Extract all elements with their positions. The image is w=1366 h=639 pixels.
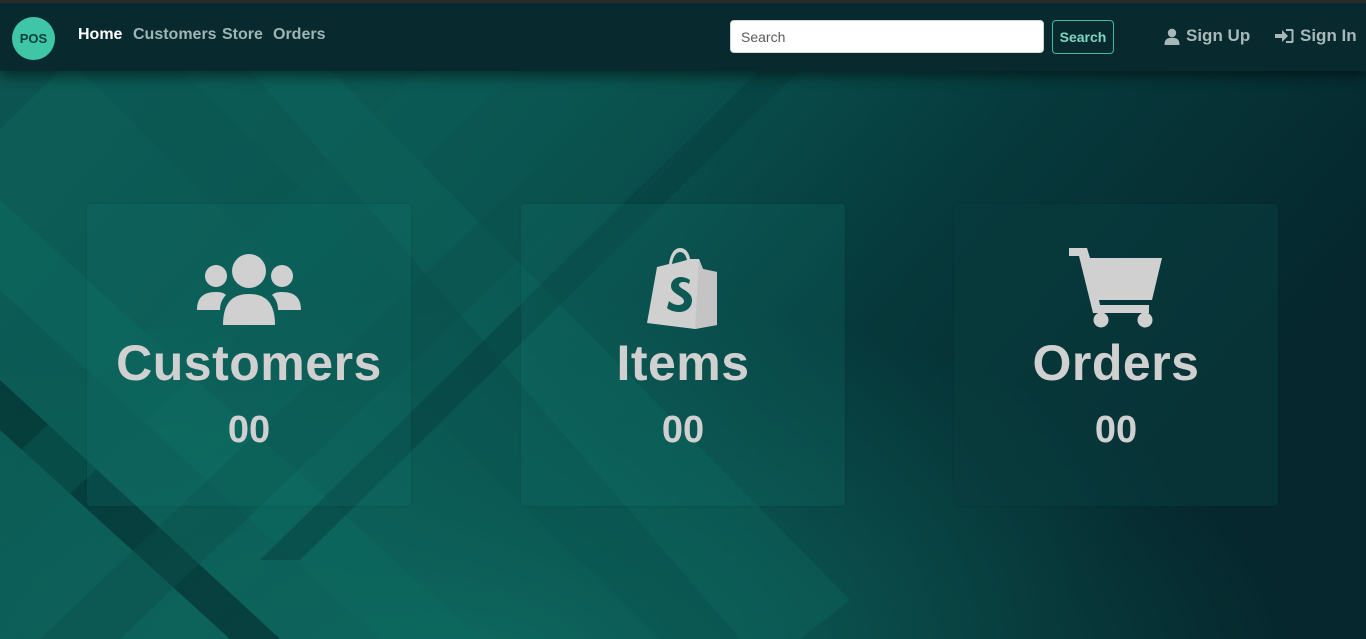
nav-link-home[interactable]: Home [78, 26, 122, 44]
search-input[interactable] [730, 20, 1044, 53]
orders-card[interactable]: Orders 00 [954, 204, 1278, 506]
sign-in-icon [1275, 28, 1294, 44]
users-icon [87, 252, 411, 326]
cart-icon [954, 246, 1278, 328]
nav-link-store[interactable]: Store [222, 26, 263, 44]
customers-card[interactable]: Customers 00 [87, 204, 411, 506]
navbar: POS Home Customers Store Orders Search S… [0, 3, 1366, 71]
pos-logo[interactable]: POS [12, 17, 55, 60]
nav-link-orders[interactable]: Orders [273, 26, 325, 44]
card-count: 00 [661, 409, 705, 451]
card-count: 00 [1094, 409, 1138, 451]
card-count: 00 [227, 409, 271, 451]
user-icon [1164, 28, 1180, 45]
nav-link-customers[interactable]: Customers [133, 26, 217, 44]
top-border [0, 0, 1366, 3]
search-button[interactable]: Search [1052, 20, 1114, 54]
sign-in-label: Sign In [1300, 26, 1357, 45]
items-card[interactable]: Items 00 [521, 204, 845, 506]
sign-in-link[interactable]: Sign In [1275, 26, 1357, 46]
sign-up-label: Sign Up [1186, 26, 1251, 45]
card-title: Orders [1032, 335, 1200, 391]
sign-up-link[interactable]: Sign Up [1164, 26, 1250, 46]
shopping-bag-icon [521, 247, 845, 329]
card-title: Items [616, 335, 750, 391]
card-title: Customers [116, 335, 382, 391]
